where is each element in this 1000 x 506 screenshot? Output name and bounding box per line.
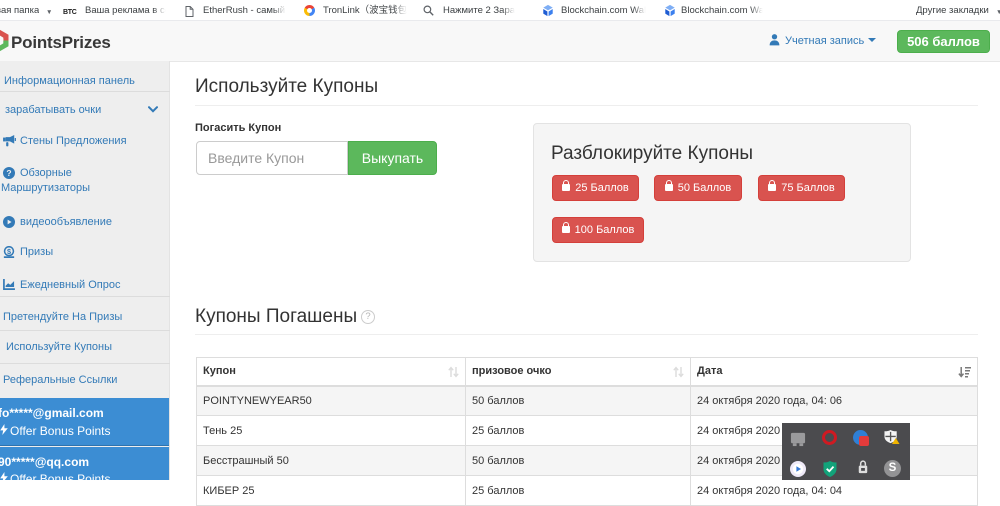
svg-text:?: ? <box>6 168 11 178</box>
svg-text:$: $ <box>7 247 11 256</box>
